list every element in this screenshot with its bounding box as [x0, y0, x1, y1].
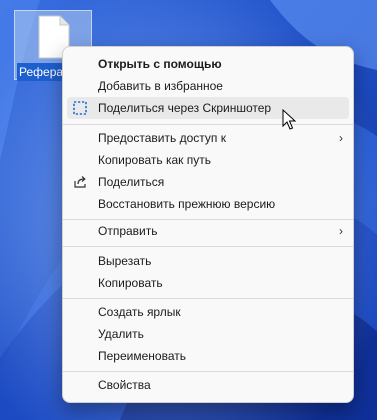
menu-item-label: Добавить в избранное	[98, 79, 223, 93]
menu-separator	[63, 124, 353, 125]
menu-item-label: Копировать	[98, 276, 163, 290]
menu-item-label: Поделиться	[98, 175, 165, 189]
chevron-right-icon: ›	[339, 131, 343, 145]
menu-item-add-to-favorites[interactable]: Добавить в избранное	[67, 75, 349, 97]
menu-item-label: Восстановить прежнюю версию	[98, 197, 276, 211]
menu-item-rename[interactable]: Переименовать	[67, 345, 349, 367]
menu-item-copy-as-path[interactable]: Копировать как путь	[67, 149, 349, 171]
menu-item-label: Свойства	[98, 378, 151, 392]
menu-item-give-access-to[interactable]: Предоставить доступ к ›	[67, 127, 349, 149]
menu-item-label: Открыть с помощью	[98, 57, 222, 71]
menu-item-label: Поделиться через Скриншотер	[98, 101, 272, 115]
menu-item-share-via-screenshoter[interactable]: Поделиться через Скриншотер	[67, 97, 349, 119]
menu-item-send-to[interactable]: Отправить ›	[67, 220, 349, 242]
menu-item-label: Создать ярлык	[98, 305, 181, 319]
chevron-right-icon: ›	[339, 224, 343, 238]
menu-item-cut[interactable]: Вырезать	[67, 250, 349, 272]
menu-item-properties[interactable]: Свойства	[67, 374, 349, 396]
menu-item-label: Переименовать	[98, 349, 186, 363]
screenshot-select-icon	[73, 101, 87, 115]
menu-item-copy[interactable]: Копировать	[67, 272, 349, 294]
menu-item-delete[interactable]: Удалить	[67, 323, 349, 345]
menu-item-label: Предоставить доступ к	[98, 131, 226, 145]
menu-item-label: Копировать как путь	[98, 153, 211, 167]
share-icon	[74, 176, 86, 188]
menu-item-restore-previous-version[interactable]: Восстановить прежнюю версию	[67, 193, 349, 215]
menu-separator	[63, 371, 353, 372]
menu-separator	[63, 246, 353, 247]
mouse-cursor-icon	[282, 109, 296, 130]
menu-item-label: Вырезать	[98, 254, 152, 268]
context-menu: Открыть с помощью Добавить в избранное П…	[62, 46, 354, 403]
menu-item-share[interactable]: Поделиться	[67, 171, 349, 193]
menu-item-open-with[interactable]: Открыть с помощью	[67, 53, 349, 75]
menu-item-create-shortcut[interactable]: Создать ярлык	[67, 301, 349, 323]
menu-separator	[63, 298, 353, 299]
menu-item-label: Удалить	[98, 327, 144, 341]
menu-item-label: Отправить	[98, 224, 158, 238]
